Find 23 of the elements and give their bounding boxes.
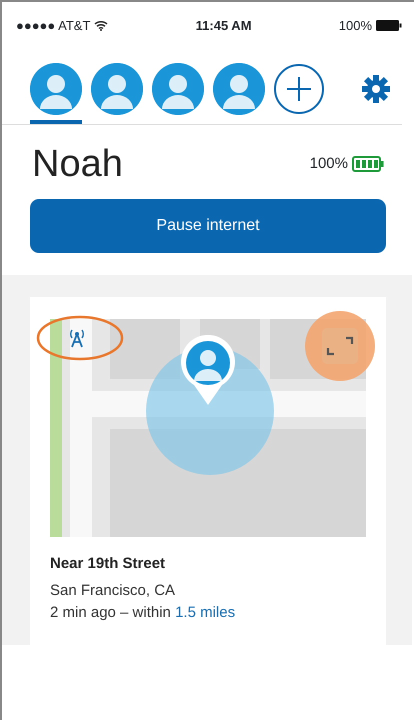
clock-time: 11:45 AM xyxy=(196,17,252,35)
avatar-icon[interactable] xyxy=(30,62,82,114)
wifi-icon xyxy=(94,20,108,32)
settings-icon[interactable] xyxy=(362,74,390,102)
location-city: San Francisco, CA xyxy=(50,580,176,600)
carrier-signal: ●●●●● AT&T xyxy=(16,17,90,35)
distance-link[interactable]: 1.5 miles xyxy=(175,604,236,621)
location-title: Near 19th Street xyxy=(50,554,166,574)
plus-icon xyxy=(285,74,313,102)
profile-name: Noah xyxy=(32,145,123,183)
avatar-icon[interactable] xyxy=(152,62,204,114)
add-profile-button[interactable] xyxy=(274,64,324,114)
map-pin-icon xyxy=(180,335,236,407)
device-battery-percent: 100% xyxy=(310,154,348,174)
battery-icon xyxy=(376,20,402,32)
battery-icon xyxy=(352,156,384,172)
avatar-icon[interactable] xyxy=(213,62,265,114)
cell-tower-icon[interactable] xyxy=(68,328,86,348)
location-detail: 2 min ago – within 1.5 miles xyxy=(50,603,236,623)
avatar-icon[interactable] xyxy=(91,62,143,114)
expand-map-button[interactable] xyxy=(304,310,376,382)
battery-percent: 100% xyxy=(338,17,372,35)
pause-internet-button[interactable]: Pause internet xyxy=(30,199,386,253)
